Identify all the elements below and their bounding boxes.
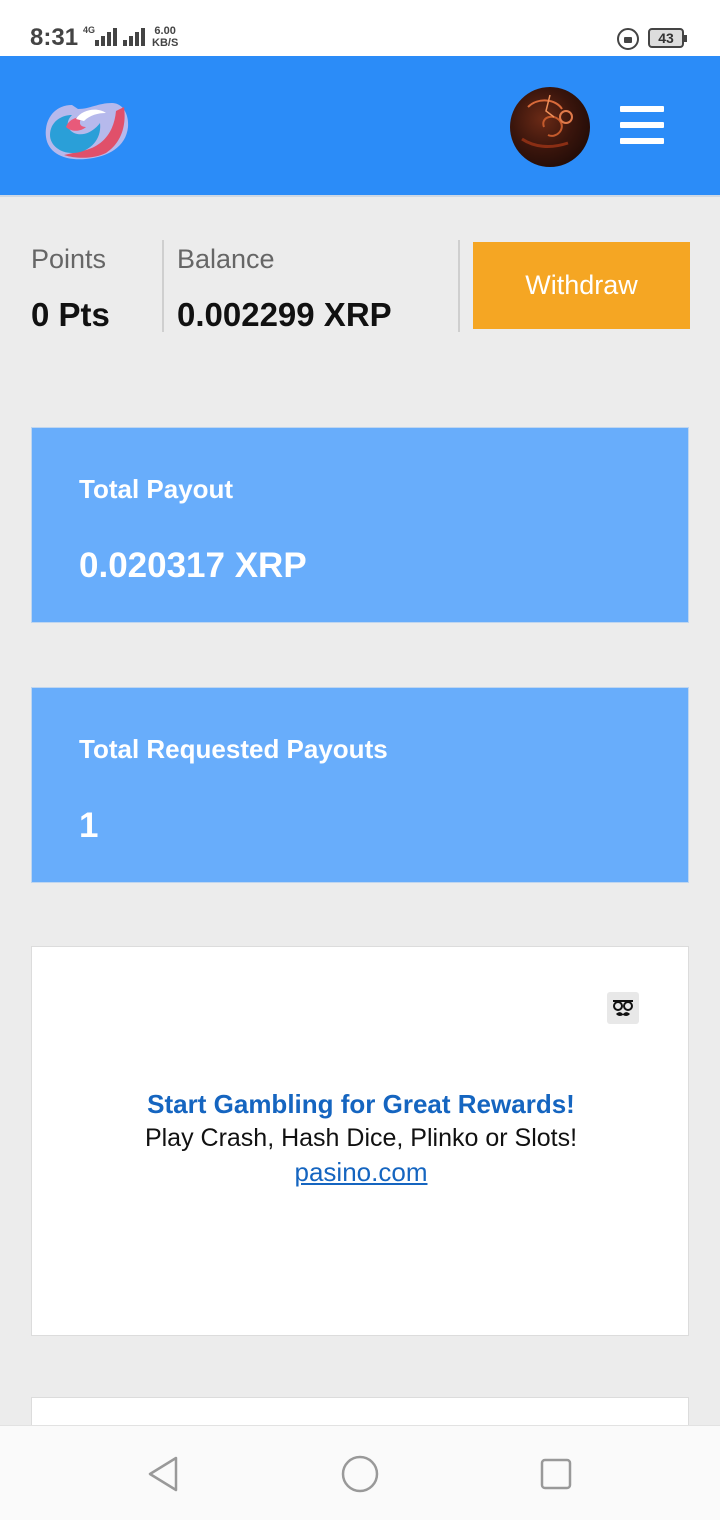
signal-icon — [123, 26, 145, 46]
points-value: 0 Pts — [31, 296, 110, 333]
back-triangle-icon[interactable] — [144, 1454, 184, 1494]
ad-headline[interactable]: Start Gambling for Great Rewards! — [32, 1089, 690, 1120]
disguise-glasses-icon[interactable] — [607, 992, 639, 1024]
total-requested-title: Total Requested Payouts — [79, 734, 388, 764]
status-bar: 8:31 4G 6.00 KB/S 43 — [0, 0, 720, 56]
ad-link[interactable]: pasino.com — [32, 1157, 690, 1188]
ad-body: Play Crash, Hash Dice, Plinko or Slots! — [144, 1124, 578, 1152]
total-payout-card: Total Payout 0.020317 XRP — [31, 427, 689, 623]
rotation-lock-icon — [617, 28, 639, 50]
network-type: 4G — [83, 25, 96, 35]
network-speed-value: 6.00 — [154, 25, 176, 37]
total-requested-payouts-card: Total Requested Payouts 1 — [31, 687, 689, 883]
network-speed-unit: KB/S — [152, 37, 179, 49]
avatar[interactable] — [510, 87, 590, 167]
divider — [162, 240, 164, 332]
status-time: 8:31 — [30, 24, 79, 51]
recents-square-icon[interactable] — [536, 1454, 576, 1494]
withdraw-button[interactable]: Withdraw — [473, 242, 690, 329]
battery-icon: 43 — [648, 28, 687, 48]
total-payout-value: 0.020317 XRP — [79, 546, 307, 585]
balance-label: Balance — [177, 244, 275, 274]
home-circle-icon[interactable] — [340, 1454, 380, 1494]
hamburger-menu-icon[interactable] — [620, 106, 666, 146]
balance-value: 0.002299 XRP — [177, 296, 392, 333]
app-logo-icon[interactable] — [42, 99, 130, 163]
divider — [458, 240, 460, 332]
total-requested-value: 1 — [79, 806, 99, 845]
ad-banner[interactable]: Start Gambling for Great Rewards! Play C… — [31, 946, 689, 1336]
points-label: Points — [31, 244, 107, 274]
app-header — [0, 56, 720, 197]
system-nav-bar — [0, 1425, 720, 1520]
signal-icon — [95, 26, 117, 46]
network-speed: 6.00 KB/S — [152, 25, 178, 49]
total-payout-title: Total Payout — [79, 474, 234, 504]
